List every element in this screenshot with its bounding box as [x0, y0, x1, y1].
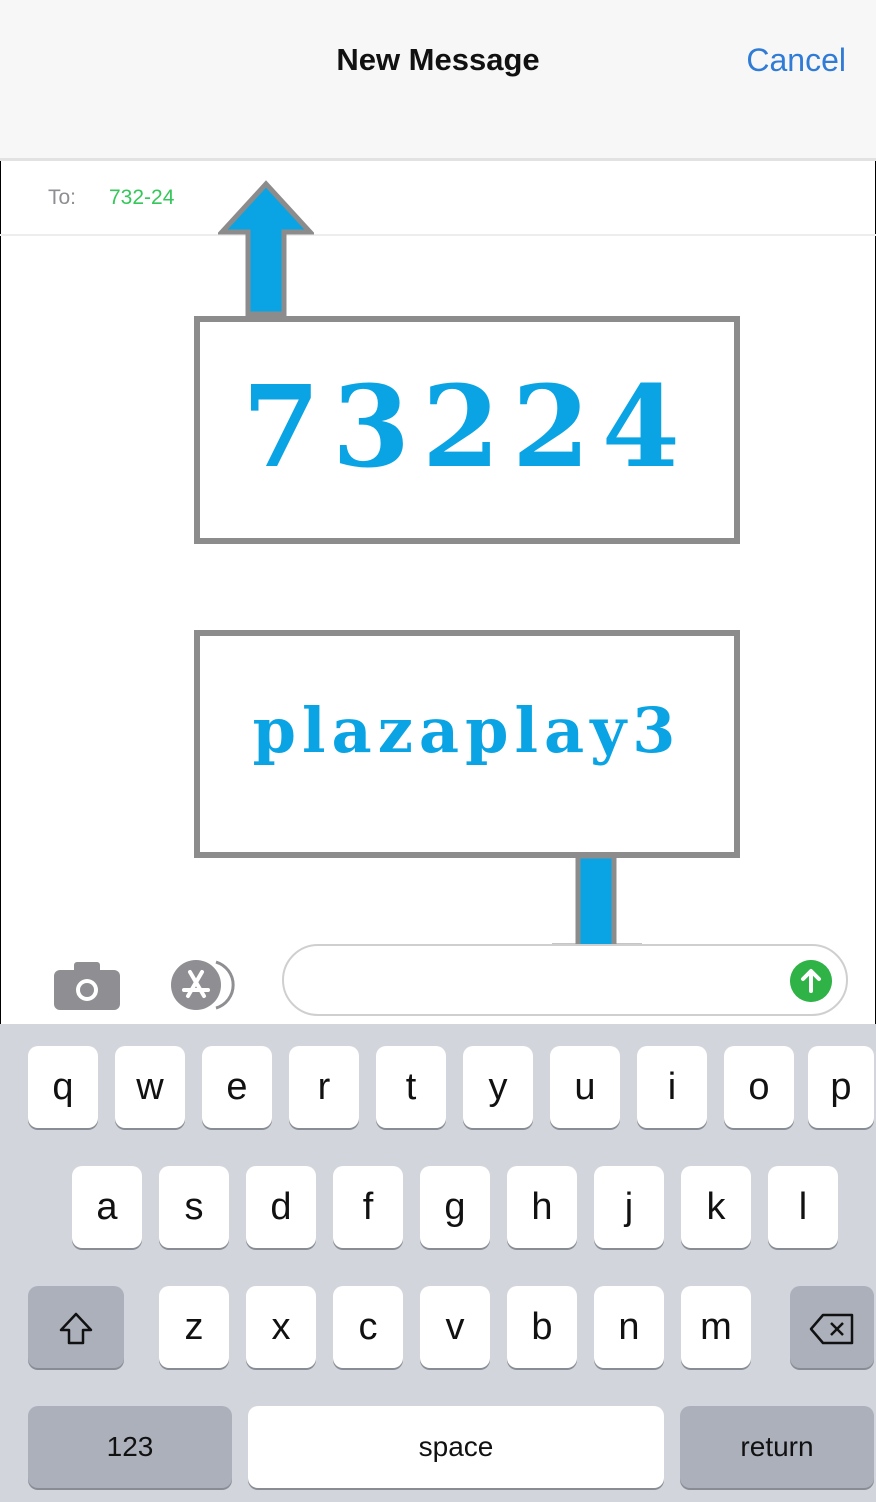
- recipient-field[interactable]: To: 732-24: [0, 160, 876, 236]
- key-c[interactable]: c: [333, 1286, 403, 1368]
- key-f[interactable]: f: [333, 1166, 403, 1248]
- key-q[interactable]: q: [28, 1046, 98, 1128]
- key-h[interactable]: h: [507, 1166, 577, 1248]
- up-arrow-icon: [218, 180, 314, 317]
- recipient-label: To:: [48, 186, 77, 209]
- keyword-text: plazaplay3: [252, 694, 682, 767]
- message-input[interactable]: [282, 944, 848, 1016]
- key-x[interactable]: x: [246, 1286, 316, 1368]
- cancel-button[interactable]: Cancel: [746, 42, 846, 79]
- key-r[interactable]: r: [289, 1046, 359, 1128]
- key-i[interactable]: i: [637, 1046, 707, 1128]
- key-j[interactable]: j: [594, 1166, 664, 1248]
- key-m[interactable]: m: [681, 1286, 751, 1368]
- key-s[interactable]: s: [159, 1166, 229, 1248]
- key-u[interactable]: u: [550, 1046, 620, 1128]
- key-e[interactable]: e: [202, 1046, 272, 1128]
- message-input-bar: [0, 940, 876, 1024]
- short-code-number: 73224: [242, 362, 692, 493]
- shift-icon: [59, 1312, 93, 1345]
- return-key[interactable]: return: [680, 1406, 874, 1488]
- navigation-bar: New Message Cancel: [0, 0, 876, 161]
- space-key[interactable]: space: [248, 1406, 664, 1488]
- key-y[interactable]: y: [463, 1046, 533, 1128]
- delete-key[interactable]: [790, 1286, 874, 1368]
- key-z[interactable]: z: [159, 1286, 229, 1368]
- key-p[interactable]: p: [808, 1046, 874, 1128]
- numbers-key[interactable]: 123: [28, 1406, 232, 1488]
- keyword-callout: plazaplay3: [194, 630, 740, 858]
- key-o[interactable]: o: [724, 1046, 794, 1128]
- app-store-icon[interactable]: [164, 956, 244, 1014]
- recipient-value[interactable]: 732-24: [109, 186, 174, 210]
- key-w[interactable]: w: [115, 1046, 185, 1128]
- key-v[interactable]: v: [420, 1286, 490, 1368]
- key-k[interactable]: k: [681, 1166, 751, 1248]
- backspace-icon: [809, 1313, 854, 1345]
- camera-icon[interactable]: [52, 960, 122, 1012]
- key-a[interactable]: a: [72, 1166, 142, 1248]
- key-n[interactable]: n: [594, 1286, 664, 1368]
- key-t[interactable]: t: [376, 1046, 446, 1128]
- short-code-callout: 73224: [194, 316, 740, 544]
- key-b[interactable]: b: [507, 1286, 577, 1368]
- shift-key[interactable]: [28, 1286, 124, 1368]
- send-arrow-icon[interactable]: [790, 960, 832, 1002]
- key-l[interactable]: l: [768, 1166, 838, 1248]
- keyboard: q w e r t y u i o p a s d f g h j k l z …: [0, 1024, 876, 1502]
- key-g[interactable]: g: [420, 1166, 490, 1248]
- key-d[interactable]: d: [246, 1166, 316, 1248]
- page-title: New Message: [336, 42, 540, 77]
